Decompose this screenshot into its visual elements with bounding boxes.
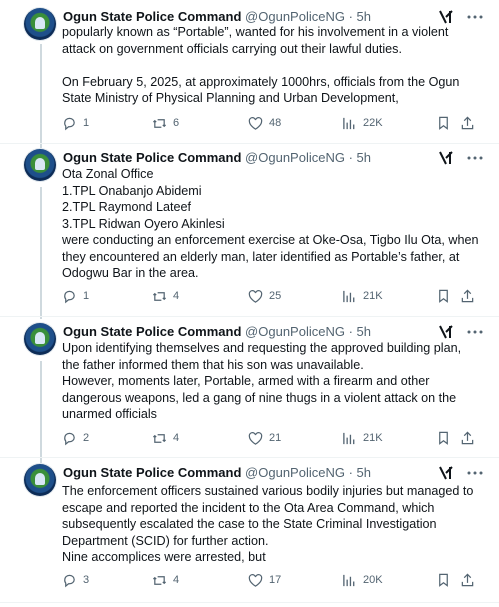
tweet[interactable]: Ogun State Police Command @OgunPoliceNG … (0, 464, 499, 594)
repost-count: 4 (173, 574, 180, 586)
views-icon (343, 432, 355, 444)
handle[interactable]: @OgunPoliceNG (245, 324, 345, 339)
bookmark-icon[interactable] (436, 572, 451, 588)
like-button[interactable]: 21 (248, 430, 281, 446)
repost-icon (152, 575, 167, 585)
avatar[interactable] (24, 323, 56, 355)
separator (0, 457, 499, 458)
tweet-actions: 1 4 25 21K (62, 288, 482, 304)
reply-count: 2 (83, 432, 90, 444)
repost-button[interactable]: 6 (152, 115, 179, 131)
tweet-text: The enforcement officers sustained vario… (62, 484, 474, 564)
reply-icon (64, 574, 75, 587)
reply-count: 1 (83, 290, 90, 302)
views-button[interactable]: 20K (342, 572, 383, 588)
reply-icon (64, 290, 75, 303)
grok-icon[interactable] (437, 464, 455, 482)
like-count: 25 (269, 290, 282, 302)
avatar[interactable] (24, 464, 56, 496)
tweet[interactable]: Ogun State Police Command @OgunPoliceNG … (0, 149, 499, 309)
reply-button[interactable]: 3 (62, 572, 89, 588)
bookmark-icon[interactable] (436, 430, 451, 446)
more-icon[interactable] (465, 323, 485, 341)
reply-count: 3 (83, 574, 90, 586)
reply-button[interactable]: 2 (62, 430, 89, 446)
view-count: 21K (363, 432, 383, 444)
reply-icon (64, 117, 75, 130)
like-count: 48 (269, 117, 282, 129)
tweet[interactable]: Ogun State Police Command @OgunPoliceNG … (0, 8, 499, 138)
separator (0, 143, 499, 144)
display-name[interactable]: Ogun State Police Command (63, 9, 241, 24)
bookmark-icon[interactable] (436, 288, 451, 304)
timestamp[interactable]: 5h (357, 465, 371, 480)
reply-count: 1 (83, 117, 90, 129)
share-icon[interactable] (460, 572, 475, 588)
like-button[interactable]: 17 (248, 572, 281, 588)
separator (0, 316, 499, 317)
repost-count: 4 (173, 432, 180, 444)
share-icon[interactable] (460, 115, 475, 131)
display-name[interactable]: Ogun State Police Command (63, 150, 241, 165)
reply-icon (64, 432, 75, 445)
repost-count: 6 (173, 117, 180, 129)
views-button[interactable]: 21K (342, 288, 383, 304)
share-icon[interactable] (460, 288, 475, 304)
timestamp[interactable]: 5h (357, 324, 371, 339)
bookmark-icon[interactable] (436, 115, 451, 131)
tweet-text: popularly known as “Portable”, wanted fo… (62, 25, 460, 105)
views-icon (343, 574, 355, 586)
like-button[interactable]: 25 (248, 288, 281, 304)
views-icon (343, 117, 355, 129)
view-count: 22K (363, 117, 383, 129)
repost-button[interactable]: 4 (152, 430, 179, 446)
repost-icon (152, 291, 167, 301)
timestamp[interactable]: 5h (357, 9, 371, 24)
more-icon[interactable] (465, 464, 485, 482)
tweet-actions: 2 4 21 21K (62, 430, 482, 446)
view-count: 21K (363, 290, 383, 302)
tweet-header: Ogun State Police Command @OgunPoliceNG … (63, 465, 372, 480)
tweet-actions: 1 6 48 22K (62, 115, 482, 131)
like-count: 17 (269, 574, 282, 586)
heart-icon (248, 573, 263, 587)
timestamp[interactable]: 5h (357, 150, 371, 165)
grok-icon[interactable] (437, 323, 455, 341)
views-button[interactable]: 21K (342, 430, 383, 446)
display-name[interactable]: Ogun State Police Command (63, 465, 241, 480)
more-icon[interactable] (465, 149, 485, 167)
repost-button[interactable]: 4 (152, 288, 179, 304)
repost-icon (152, 118, 167, 128)
tweet-header: Ogun State Police Command @OgunPoliceNG … (63, 150, 372, 165)
tweet-actions: 3 4 17 20K (62, 572, 482, 588)
grok-icon[interactable] (437, 149, 455, 167)
like-count: 21 (269, 432, 282, 444)
repost-icon (152, 433, 167, 443)
share-icon[interactable] (460, 430, 475, 446)
like-button[interactable]: 48 (248, 115, 281, 131)
view-count: 20K (363, 574, 383, 586)
tweet[interactable]: Ogun State Police Command @OgunPoliceNG … (0, 323, 499, 453)
handle[interactable]: @OgunPoliceNG (245, 9, 345, 24)
repost-button[interactable]: 4 (152, 572, 179, 588)
heart-icon (248, 116, 263, 130)
handle[interactable]: @OgunPoliceNG (245, 465, 345, 480)
tweet-text: Ota Zonal Office 1.TPL Onabanjo Abidemi … (62, 167, 479, 280)
display-name[interactable]: Ogun State Police Command (63, 324, 241, 339)
heart-icon (248, 289, 263, 303)
tweet-header: Ogun State Police Command @OgunPoliceNG … (63, 324, 372, 339)
views-icon (343, 290, 355, 302)
avatar[interactable] (24, 149, 56, 181)
repost-count: 4 (173, 290, 180, 302)
reply-button[interactable]: 1 (62, 115, 89, 131)
avatar[interactable] (24, 8, 56, 40)
reply-button[interactable]: 1 (62, 288, 89, 304)
heart-icon (248, 431, 263, 445)
separator (0, 602, 499, 603)
views-button[interactable]: 22K (342, 115, 383, 131)
tweet-text: Upon identifying themselves and requesti… (62, 341, 462, 421)
handle[interactable]: @OgunPoliceNG (245, 150, 345, 165)
